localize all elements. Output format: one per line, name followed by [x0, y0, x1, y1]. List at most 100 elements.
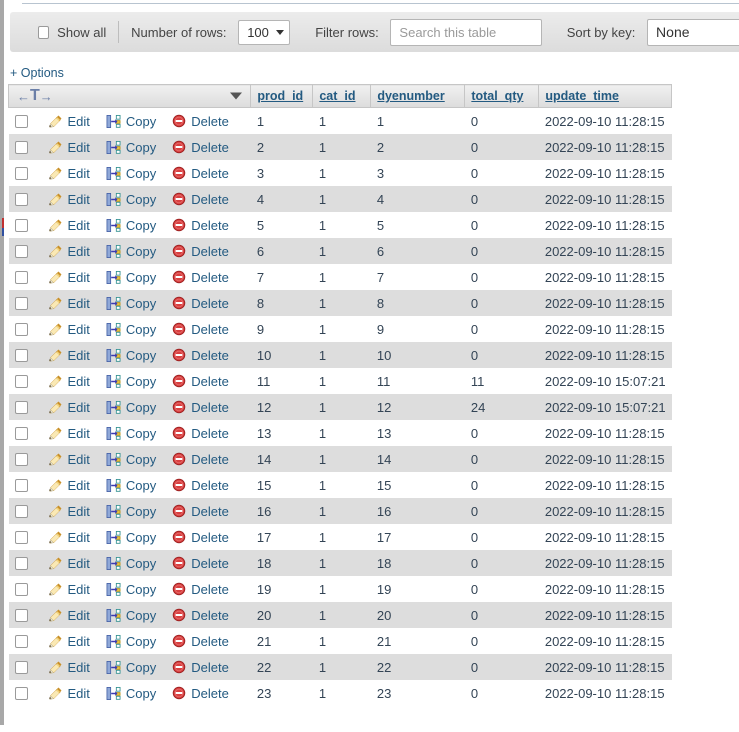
edit-row-button[interactable]: Edit	[48, 400, 90, 415]
column-header-total-qty-link[interactable]: total_qty	[471, 89, 523, 103]
delete-row-button[interactable]: Delete	[172, 322, 229, 337]
cell-cat-id[interactable]: 1	[312, 134, 371, 160]
cell-dyenumber[interactable]: 2	[370, 134, 465, 160]
cell-total-qty[interactable]: 0	[464, 316, 539, 342]
cell-update-time[interactable]: 2022-09-10 11:28:15	[538, 186, 672, 212]
cell-total-qty[interactable]: 0	[464, 680, 539, 706]
cell-dyenumber[interactable]: 12	[370, 394, 465, 420]
copy-row-button[interactable]: Copy	[106, 296, 156, 311]
delete-row-button[interactable]: Delete	[172, 296, 229, 311]
edit-row-button[interactable]: Edit	[48, 296, 90, 311]
cell-prod-id[interactable]: 21	[250, 628, 313, 654]
delete-row-button[interactable]: Delete	[172, 270, 229, 285]
row-select-checkbox[interactable]	[14, 530, 28, 544]
cell-cat-id[interactable]: 1	[312, 446, 371, 472]
filter-rows-input[interactable]: Search this table	[390, 18, 542, 46]
delete-row-button[interactable]: Delete	[172, 426, 229, 441]
cell-dyenumber[interactable]: 21	[370, 628, 465, 654]
edit-row-button[interactable]: Edit	[48, 556, 90, 571]
cell-cat-id[interactable]: 1	[312, 290, 371, 316]
cell-cat-id[interactable]: 1	[312, 212, 371, 238]
cell-prod-id[interactable]: 17	[250, 524, 313, 550]
row-select-checkbox[interactable]	[14, 244, 28, 258]
cell-update-time[interactable]: 2022-09-10 11:28:15	[538, 446, 672, 472]
cell-cat-id[interactable]: 1	[312, 524, 371, 550]
cell-total-qty[interactable]: 0	[464, 498, 539, 524]
edit-row-button[interactable]: Edit	[48, 166, 90, 181]
cell-cat-id[interactable]: 1	[312, 186, 371, 212]
cell-total-qty[interactable]: 0	[464, 524, 539, 550]
copy-row-button[interactable]: Copy	[106, 192, 156, 207]
cell-dyenumber[interactable]: 9	[370, 316, 465, 342]
row-select-checkbox[interactable]	[14, 400, 28, 414]
cell-prod-id[interactable]: 2	[250, 134, 313, 160]
row-select-checkbox[interactable]	[14, 322, 28, 336]
row-select-checkbox[interactable]	[14, 192, 28, 206]
delete-row-button[interactable]: Delete	[172, 244, 229, 259]
cell-update-time[interactable]: 2022-09-10 11:28:15	[538, 107, 672, 134]
cell-prod-id[interactable]: 12	[250, 394, 313, 420]
cell-update-time[interactable]: 2022-09-10 11:28:15	[538, 498, 672, 524]
cell-prod-id[interactable]: 10	[250, 342, 313, 368]
cell-cat-id[interactable]: 1	[312, 576, 371, 602]
cell-update-time[interactable]: 2022-09-10 15:07:21	[538, 368, 672, 394]
copy-row-button[interactable]: Copy	[106, 374, 156, 389]
cell-cat-id[interactable]: 1	[312, 394, 371, 420]
copy-row-button[interactable]: Copy	[106, 608, 156, 623]
cell-update-time[interactable]: 2022-09-10 11:28:15	[538, 524, 672, 550]
copy-row-button[interactable]: Copy	[106, 660, 156, 675]
delete-row-button[interactable]: Delete	[172, 686, 229, 701]
copy-row-button[interactable]: Copy	[106, 400, 156, 415]
delete-row-button[interactable]: Delete	[172, 400, 229, 415]
cell-cat-id[interactable]: 1	[312, 342, 371, 368]
cell-dyenumber[interactable]: 22	[370, 654, 465, 680]
cell-dyenumber[interactable]: 13	[370, 420, 465, 446]
row-select-checkbox[interactable]	[14, 504, 28, 518]
copy-row-button[interactable]: Copy	[106, 244, 156, 259]
copy-row-button[interactable]: Copy	[106, 348, 156, 363]
edit-row-button[interactable]: Edit	[48, 218, 90, 233]
cell-dyenumber[interactable]: 10	[370, 342, 465, 368]
edit-row-button[interactable]: Edit	[48, 270, 90, 285]
row-select-checkbox[interactable]	[14, 608, 28, 622]
cell-cat-id[interactable]: 1	[312, 368, 371, 394]
cell-total-qty[interactable]: 0	[464, 160, 539, 186]
cell-update-time[interactable]: 2022-09-10 11:28:15	[538, 472, 672, 498]
cell-update-time[interactable]: 2022-09-10 11:28:15	[538, 264, 672, 290]
cell-total-qty[interactable]: 0	[464, 420, 539, 446]
cell-cat-id[interactable]: 1	[312, 498, 371, 524]
copy-row-button[interactable]: Copy	[106, 556, 156, 571]
cell-prod-id[interactable]: 14	[250, 446, 313, 472]
row-select-checkbox[interactable]	[14, 452, 28, 466]
column-header-dyenumber-link[interactable]: dyenumber	[377, 89, 444, 103]
delete-row-button[interactable]: Delete	[172, 452, 229, 467]
cell-cat-id[interactable]: 1	[312, 654, 371, 680]
delete-row-button[interactable]: Delete	[172, 140, 229, 155]
copy-row-button[interactable]: Copy	[106, 140, 156, 155]
cell-dyenumber[interactable]: 14	[370, 446, 465, 472]
cell-prod-id[interactable]: 1	[250, 107, 313, 134]
row-select-checkbox[interactable]	[14, 478, 28, 492]
row-select-checkbox[interactable]	[14, 166, 28, 180]
cell-update-time[interactable]: 2022-09-10 11:28:15	[538, 342, 672, 368]
delete-row-button[interactable]: Delete	[172, 192, 229, 207]
cell-dyenumber[interactable]: 8	[370, 290, 465, 316]
cell-prod-id[interactable]: 11	[250, 368, 313, 394]
cell-dyenumber[interactable]: 15	[370, 472, 465, 498]
edit-row-button[interactable]: Edit	[48, 686, 90, 701]
row-select-checkbox[interactable]	[14, 426, 28, 440]
cell-dyenumber[interactable]: 17	[370, 524, 465, 550]
cell-total-qty[interactable]: 24	[464, 394, 539, 420]
cell-prod-id[interactable]: 7	[250, 264, 313, 290]
delete-row-button[interactable]: Delete	[172, 504, 229, 519]
row-select-checkbox[interactable]	[14, 296, 28, 310]
cell-cat-id[interactable]: 1	[312, 602, 371, 628]
copy-row-button[interactable]: Copy	[106, 504, 156, 519]
cell-update-time[interactable]: 2022-09-10 15:07:21	[538, 394, 672, 420]
options-toggle-link[interactable]: + Options	[10, 66, 64, 80]
cell-prod-id[interactable]: 18	[250, 550, 313, 576]
cell-total-qty[interactable]: 0	[464, 628, 539, 654]
cell-prod-id[interactable]: 23	[250, 680, 313, 706]
cell-cat-id[interactable]: 1	[312, 550, 371, 576]
cell-total-qty[interactable]: 0	[464, 602, 539, 628]
